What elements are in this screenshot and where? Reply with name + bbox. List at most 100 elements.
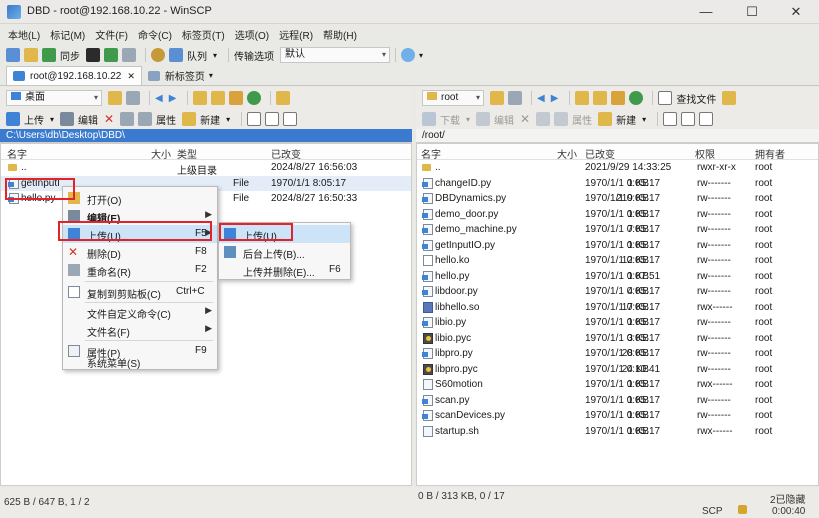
filter-select-icon[interactable] bbox=[283, 112, 298, 126]
table-row[interactable]: scan.py 1 KB 1970/1/1 0:05:17 rw------- root bbox=[417, 393, 818, 409]
back-arrow-icon[interactable]: ◀ bbox=[537, 93, 545, 104]
table-row[interactable]: scanDevices.py 1 KB 1970/1/1 0:05:17 rw----… bbox=[417, 408, 818, 424]
gear-icon[interactable] bbox=[151, 48, 165, 62]
chevron-down-icon[interactable]: ▾ bbox=[213, 51, 217, 60]
transfer-preset-select[interactable]: 默认 ▾ bbox=[280, 47, 391, 63]
menu-mark[interactable]: 标记(M) bbox=[50, 27, 85, 42]
download-icon[interactable] bbox=[422, 112, 436, 126]
table-row[interactable]: hello.py 1 KB 1970/1/1 0:07:51 rw------- roo… bbox=[417, 269, 818, 285]
table-row[interactable]: hello.ko 12 KB 1970/1/1 0:05:17 rw------- ro… bbox=[417, 253, 818, 269]
table-row[interactable]: getInputIO.py 1 KB 1970/1/1 0:05:17 rw-----… bbox=[417, 238, 818, 254]
menu-file-names[interactable]: 文件名(F) ▶ bbox=[63, 321, 217, 339]
remote-dir-select[interactable]: root ▾ bbox=[422, 90, 484, 106]
delete-icon[interactable]: ✕ bbox=[104, 112, 114, 126]
menu-remote[interactable]: 远程(R) bbox=[279, 27, 313, 42]
download-button[interactable]: 下载 bbox=[440, 112, 460, 127]
edit-icon[interactable] bbox=[476, 112, 491, 126]
menu-local[interactable]: 本地(L) bbox=[8, 27, 40, 42]
folder-open-icon[interactable] bbox=[490, 91, 504, 105]
new-icon[interactable] bbox=[598, 112, 613, 126]
chevron-down-icon[interactable]: ▾ bbox=[642, 115, 646, 124]
submenu-upload-and-delete[interactable]: 上传并删除(E)... F6 bbox=[219, 261, 350, 279]
root-dir-icon[interactable] bbox=[593, 91, 608, 105]
find-files-icon[interactable] bbox=[658, 91, 673, 105]
close-tab-icon[interactable]: ✕ bbox=[127, 71, 135, 82]
col-rights[interactable]: 权限 bbox=[695, 146, 715, 161]
local-browser-icon[interactable] bbox=[6, 48, 20, 62]
col-owner[interactable]: 拥有者 bbox=[755, 146, 785, 161]
filter-icon[interactable] bbox=[508, 91, 522, 105]
remote-file-list[interactable]: 名字 大小 已改变 权限 拥有者 .. 2021/9/29 14:33:25 rwx… bbox=[416, 143, 819, 486]
table-row[interactable]: libio.py 1 KB 1970/1/1 0:05:17 rw------- roo… bbox=[417, 315, 818, 331]
table-row[interactable]: S60motion 1 KB 1970/1/1 0:05:17 rwx------ ro… bbox=[417, 377, 818, 393]
table-row[interactable]: DBDynamics.py 219 KB 1970/1/1 0:05:17 rw---… bbox=[417, 191, 818, 207]
unselect-icon[interactable] bbox=[265, 112, 280, 126]
tab-new-session[interactable]: 新标签页 ▾ bbox=[142, 66, 219, 85]
chevron-down-icon[interactable]: ▾ bbox=[50, 115, 54, 124]
root-dir-icon[interactable] bbox=[211, 91, 226, 105]
refresh-icon[interactable] bbox=[629, 91, 644, 105]
select-all-icon[interactable] bbox=[247, 112, 262, 126]
upload-icon[interactable] bbox=[6, 112, 20, 126]
remote-path[interactable]: /root/ bbox=[416, 129, 819, 143]
preferences-icon[interactable] bbox=[122, 48, 136, 62]
properties-button[interactable]: 属性 bbox=[572, 112, 592, 127]
putty-icon[interactable] bbox=[104, 48, 118, 62]
queue-icon[interactable] bbox=[169, 48, 183, 62]
chevron-down-icon[interactable]: ▾ bbox=[226, 115, 230, 124]
select-all-icon[interactable] bbox=[663, 112, 678, 126]
unselect-icon[interactable] bbox=[681, 112, 696, 126]
new-icon[interactable] bbox=[182, 112, 197, 126]
terminal-icon[interactable] bbox=[86, 48, 100, 62]
tab-session-root[interactable]: root@192.168.10.22 ✕ bbox=[6, 66, 142, 85]
edit-button[interactable]: 编辑 bbox=[494, 112, 514, 127]
filter-icon[interactable] bbox=[126, 91, 140, 105]
table-row[interactable]: libdoor.py 4 KB 1970/1/1 0:05:17 rw------- r… bbox=[417, 284, 818, 300]
table-row[interactable]: .. 上级目录 2024/8/27 16:56:03 bbox=[1, 160, 411, 177]
menu-custom-commands[interactable]: 文件自定义命令(C) ▶ bbox=[63, 303, 217, 321]
properties-button[interactable]: 属性 bbox=[156, 112, 176, 127]
col-type[interactable]: 类型 bbox=[177, 146, 197, 161]
menu-tabs[interactable]: 标签页(T) bbox=[182, 27, 225, 42]
delete-icon[interactable]: ✕ bbox=[520, 112, 530, 126]
refresh-icon[interactable] bbox=[247, 91, 262, 105]
menu-files[interactable]: 文件(F) bbox=[95, 27, 128, 42]
new-button[interactable]: 新建 bbox=[200, 112, 220, 127]
bookmark-icon[interactable] bbox=[276, 91, 291, 105]
rename-icon[interactable] bbox=[536, 112, 551, 126]
menu-copy-clipboard[interactable]: 复制到剪贴板(C) Ctrl+C bbox=[63, 283, 217, 301]
col-size[interactable]: 大小 bbox=[151, 146, 171, 161]
bookmark-icon[interactable] bbox=[722, 91, 737, 105]
edit-icon[interactable] bbox=[60, 112, 75, 126]
upload-button[interactable]: 上传 bbox=[24, 112, 44, 127]
table-row[interactable]: .. 2021/9/29 14:33:25 rwxr-xr-x root bbox=[417, 160, 818, 176]
table-row[interactable]: demo_machine.py 7 KB 1970/1/1 0:05:17 rw---… bbox=[417, 222, 818, 238]
parent-dir-icon[interactable] bbox=[575, 91, 590, 105]
back-arrow-icon[interactable]: ◀ bbox=[155, 93, 163, 104]
menu-rename[interactable]: 重命名(R) F2 bbox=[63, 261, 217, 279]
minimize-button[interactable]: — bbox=[683, 0, 729, 24]
rename-icon[interactable] bbox=[120, 112, 135, 126]
compare-dirs-icon[interactable] bbox=[24, 48, 38, 62]
table-row[interactable]: startup.sh 1 KB 1970/1/1 0:05:17 rwx------ r… bbox=[417, 424, 818, 440]
table-row[interactable]: libpro.pyc 24 KB 1970/1/1 0:10:41 rw-------… bbox=[417, 362, 818, 378]
chevron-down-icon[interactable]: ▾ bbox=[466, 115, 470, 124]
forward-arrow-icon[interactable]: ▶ bbox=[169, 93, 177, 104]
chevron-down-icon[interactable]: ▾ bbox=[209, 71, 213, 80]
menu-commands[interactable]: 命令(C) bbox=[138, 27, 172, 42]
col-name[interactable]: 名字 bbox=[7, 146, 27, 161]
table-row[interactable]: demo_door.py 1 KB 1970/1/1 0:05:17 rw------… bbox=[417, 207, 818, 223]
menu-delete[interactable]: ✕ 删除(D) F8 bbox=[63, 243, 217, 261]
col-changed[interactable]: 已改变 bbox=[585, 146, 615, 161]
filter-select-icon[interactable] bbox=[699, 112, 714, 126]
forward-arrow-icon[interactable]: ▶ bbox=[551, 93, 559, 104]
menu-options[interactable]: 选项(O) bbox=[235, 27, 269, 42]
edit-button[interactable]: 编辑 bbox=[78, 112, 98, 127]
col-name[interactable]: 名字 bbox=[421, 146, 441, 161]
table-row[interactable]: libio.pyc 3 KB 1970/1/1 0:05:17 rw------- ro… bbox=[417, 331, 818, 347]
sync-icon[interactable] bbox=[42, 48, 56, 62]
properties-icon[interactable] bbox=[554, 112, 569, 126]
table-row[interactable]: libhello.so 17 KB 1970/1/1 0:05:17 rwx-----… bbox=[417, 300, 818, 316]
close-window-button[interactable]: ✕ bbox=[773, 0, 819, 24]
properties-icon[interactable] bbox=[138, 112, 153, 126]
